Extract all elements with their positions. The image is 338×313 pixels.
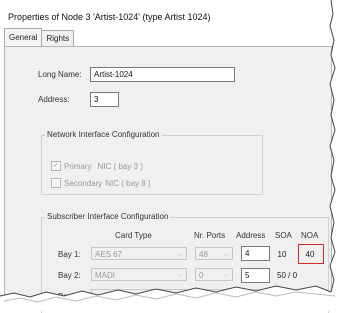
torn-edge-decoration (0, 0, 338, 311)
tab-general[interactable]: General (4, 28, 43, 46)
